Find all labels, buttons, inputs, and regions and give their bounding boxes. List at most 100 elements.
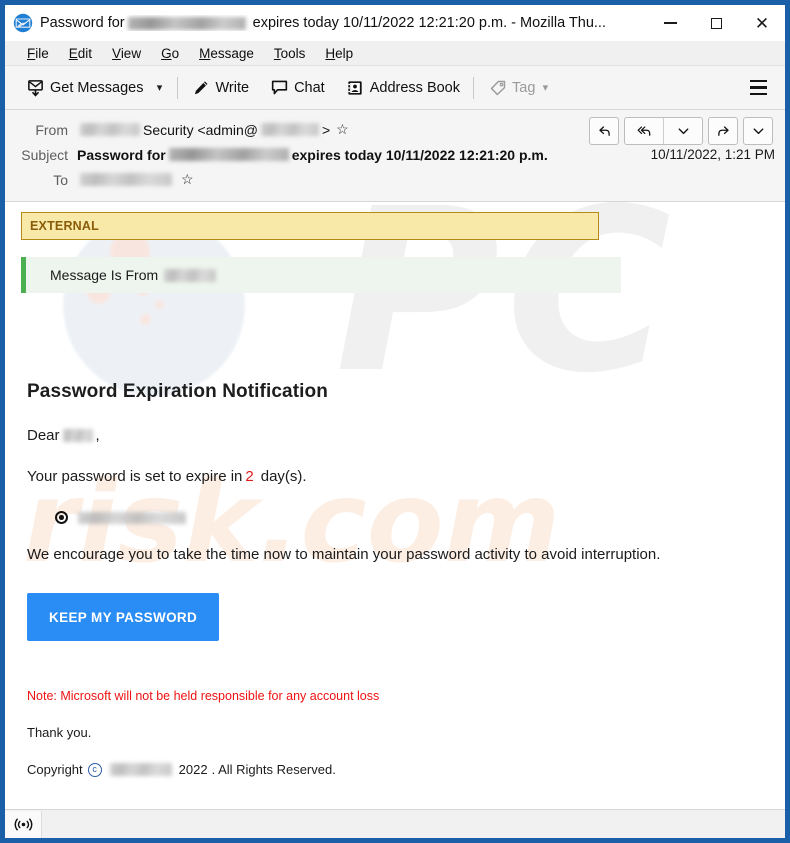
copyright-line: Copyright c 2022 . All Rights Reserved. bbox=[27, 762, 785, 777]
cta-container: KEEP MY PASSWORD bbox=[27, 593, 785, 641]
get-messages-label: Get Messages bbox=[50, 79, 144, 96]
salutation-prefix: Dear bbox=[27, 427, 60, 444]
title-bar: Password for expires today 10/11/2022 12… bbox=[5, 5, 785, 41]
toolbar-separator-2 bbox=[473, 76, 474, 99]
subject-suffix: expires today 10/11/2022 12:21:20 p.m. bbox=[291, 146, 548, 163]
to-recipient-redacted bbox=[80, 173, 172, 186]
header-row-subject: Subject Password for expires today 10/11… bbox=[5, 142, 785, 167]
salutation: Dear , bbox=[27, 427, 785, 444]
encourage-sentence: We encourage you to take the time now to… bbox=[27, 546, 661, 563]
star-icon[interactable]: ☆ bbox=[181, 171, 194, 188]
write-button[interactable]: Write bbox=[185, 73, 256, 103]
from-domain-redacted bbox=[260, 123, 319, 136]
account-bullet-row bbox=[55, 511, 785, 524]
tag-label: Tag bbox=[512, 79, 536, 96]
get-messages-dropdown[interactable]: ▾ bbox=[150, 74, 170, 102]
thunderbird-icon bbox=[13, 13, 33, 33]
thunderbird-window: Password for expires today 10/11/2022 12… bbox=[0, 0, 790, 843]
message-from-redacted bbox=[164, 268, 217, 282]
from-sender-redacted bbox=[80, 123, 140, 136]
menu-item-message[interactable]: Message bbox=[189, 46, 264, 61]
subject-redacted bbox=[168, 148, 289, 161]
keep-my-password-button[interactable]: KEEP MY PASSWORD bbox=[27, 593, 220, 641]
expiry-sentence: Your password is set to expire in 2 day(… bbox=[27, 468, 785, 485]
copyright-suffix: . All Rights Reserved. bbox=[211, 762, 336, 777]
menu-item-edit[interactable]: Edit bbox=[59, 46, 102, 61]
copyright-company-redacted bbox=[109, 763, 172, 776]
tag-dropdown-icon[interactable]: ▾ bbox=[535, 74, 555, 102]
external-banner: EXTERNAL bbox=[21, 212, 599, 240]
write-label: Write bbox=[215, 79, 250, 96]
reply-all-dropdown[interactable] bbox=[663, 118, 702, 144]
subject-value: Password for expires today 10/11/2022 12… bbox=[77, 147, 641, 163]
menu-item-file[interactable]: File bbox=[17, 46, 59, 61]
minimize-button[interactable] bbox=[647, 5, 693, 41]
close-button[interactable]: ✕ bbox=[739, 5, 785, 41]
reply-all-group bbox=[624, 117, 703, 145]
copyright-year: 2022 bbox=[178, 762, 208, 777]
page-title: Password Expiration Notification bbox=[27, 381, 328, 402]
status-bar bbox=[5, 809, 785, 838]
to-value[interactable]: ☆ bbox=[77, 171, 775, 188]
get-messages-icon bbox=[25, 78, 46, 98]
pencil-icon bbox=[191, 78, 212, 98]
account-email-redacted bbox=[78, 511, 186, 524]
thank-you-text: Thank you. bbox=[27, 725, 92, 740]
chevron-down-icon bbox=[678, 128, 688, 135]
reply-all-button[interactable] bbox=[625, 118, 663, 144]
tag-icon bbox=[487, 78, 508, 98]
subject-label: Subject bbox=[21, 146, 68, 163]
broadcast-icon[interactable] bbox=[5, 810, 42, 838]
chat-button[interactable]: Chat bbox=[263, 73, 331, 103]
copyright-icon: c bbox=[87, 762, 102, 777]
expiry-day-count: 2 bbox=[245, 468, 254, 485]
chevron-down-icon bbox=[753, 128, 763, 135]
main-toolbar: Get Messages ▾ Write Chat Address Book T… bbox=[5, 66, 785, 110]
hamburger-menu-icon[interactable] bbox=[741, 73, 775, 103]
get-messages-button[interactable]: Get Messages bbox=[19, 73, 150, 103]
header-row-to: To ☆ bbox=[5, 167, 785, 192]
window-title: Password for expires today 10/11/2022 12… bbox=[40, 15, 606, 31]
menu-item-help[interactable]: Help bbox=[315, 46, 363, 61]
from-label: From bbox=[35, 121, 68, 138]
forward-button[interactable] bbox=[708, 117, 738, 145]
body-content: EXTERNAL Message Is From Password Expira… bbox=[5, 212, 785, 777]
forward-icon bbox=[717, 125, 729, 136]
disclaimer-note: Note: Microsoft will not be held respons… bbox=[27, 689, 380, 703]
expiry-prefix: Your password is set to expire in bbox=[27, 468, 243, 485]
maximize-button[interactable] bbox=[693, 5, 739, 41]
reply-all-icon bbox=[637, 125, 650, 136]
menu-item-view[interactable]: View bbox=[102, 46, 151, 61]
message-action-buttons bbox=[589, 117, 773, 145]
speech-bubble-icon bbox=[269, 78, 290, 98]
menu-item-tools[interactable]: Tools bbox=[264, 46, 316, 61]
external-banner-label: EXTERNAL bbox=[30, 219, 99, 233]
radio-bullet-icon bbox=[55, 511, 68, 524]
salutation-name-redacted bbox=[62, 429, 93, 442]
to-label: To bbox=[53, 171, 68, 188]
menu-bar: File Edit View Go Message Tools Help bbox=[5, 41, 785, 66]
toolbar-separator bbox=[176, 76, 178, 99]
message-date: 10/11/2022, 1:21 PM bbox=[650, 147, 775, 162]
tag-button[interactable]: Tag ▾ bbox=[481, 73, 561, 103]
more-actions-button[interactable] bbox=[743, 117, 773, 145]
address-book-label: Address Book bbox=[369, 79, 460, 96]
expiry-suffix: day(s). bbox=[260, 468, 307, 485]
from-sender-text: Security <admin@ bbox=[143, 121, 258, 138]
address-card-icon bbox=[345, 78, 366, 98]
reply-button[interactable] bbox=[589, 117, 619, 145]
star-icon[interactable]: ☆ bbox=[336, 121, 349, 138]
reply-icon bbox=[598, 125, 610, 136]
message-header: From Security <admin@ > ☆ Subject Passwo… bbox=[5, 110, 785, 202]
window-controls: ✕ bbox=[647, 5, 785, 41]
message-is-from-bar: Message Is From bbox=[21, 257, 621, 293]
subject-prefix: Password for bbox=[77, 146, 166, 163]
chat-label: Chat bbox=[294, 79, 325, 96]
copyright-prefix: Copyright bbox=[27, 762, 83, 777]
message-body: PC risk.com EXTERNAL Message Is From Pas… bbox=[5, 202, 785, 809]
salutation-suffix: , bbox=[95, 427, 100, 444]
address-book-button[interactable]: Address Book bbox=[339, 73, 466, 103]
menu-item-go[interactable]: Go bbox=[151, 46, 189, 61]
from-bracket: > bbox=[321, 121, 331, 138]
message-is-from-text: Message Is From bbox=[50, 267, 219, 283]
